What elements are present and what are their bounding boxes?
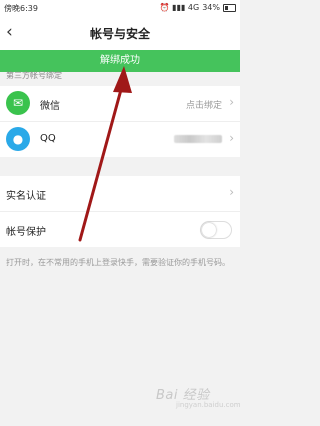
annotation-arrow — [78, 66, 132, 242]
watermark-url: jingyan.baidu.com — [176, 401, 241, 409]
